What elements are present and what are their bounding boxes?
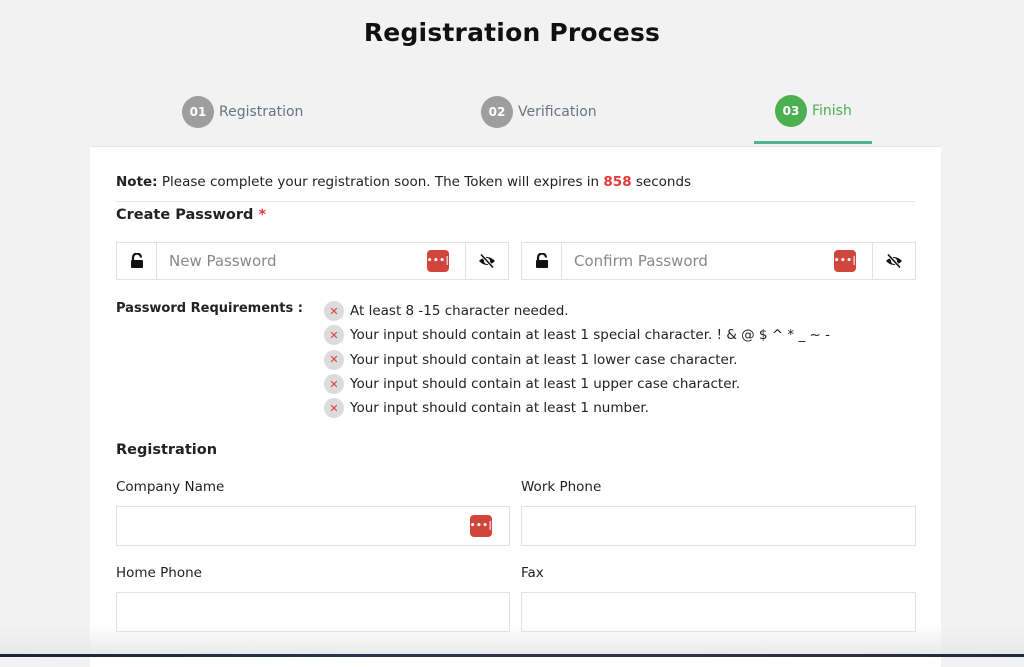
fax-field <box>521 592 916 632</box>
note-text-before: Please complete your registration soon. … <box>157 174 604 190</box>
home-phone-label: Home Phone <box>116 565 202 581</box>
password-manager-icon[interactable]: •••| <box>834 250 856 272</box>
work-phone-input[interactable] <box>522 507 915 545</box>
fax-input[interactable] <box>522 593 915 631</box>
requirement-text: Your input should contain at least 1 spe… <box>350 327 830 344</box>
home-phone-input[interactable] <box>117 593 509 631</box>
password-requirements-title: Password Requirements : <box>116 301 303 316</box>
step-label: Finish <box>812 103 852 119</box>
requirement-item: ✕ Your input should contain at least 1 s… <box>324 323 830 347</box>
company-name-input[interactable] <box>117 507 470 545</box>
note-text-after: seconds <box>631 174 692 190</box>
password-manager-icon[interactable]: •••| <box>470 515 492 537</box>
unlock-icon <box>522 243 562 279</box>
countdown-seconds: 858 <box>603 174 632 190</box>
requirement-text: Your input should contain at least 1 upp… <box>350 376 741 393</box>
page-title: Registration Process <box>363 18 661 47</box>
step-number-badge: 01 <box>182 96 214 128</box>
step-finish[interactable]: 03 Finish <box>775 93 852 129</box>
password-manager-icon[interactable]: •••| <box>427 250 449 272</box>
divider <box>116 201 915 202</box>
requirement-text: Your input should contain at least 1 num… <box>350 400 649 417</box>
password-requirements-list: ✕ At least 8 -15 character needed. ✕ You… <box>324 299 830 420</box>
eye-slash-icon <box>886 253 902 269</box>
step-number-badge: 03 <box>775 95 807 127</box>
requirement-text: Your input should contain at least 1 low… <box>350 351 738 368</box>
create-password-label: Create Password * <box>116 207 266 223</box>
home-phone-field <box>116 592 510 632</box>
confirm-password-group: •••| <box>521 242 916 280</box>
active-step-indicator <box>754 141 872 144</box>
new-password-input[interactable] <box>157 243 427 279</box>
requirement-item: ✕ Your input should contain at least 1 l… <box>324 348 830 372</box>
work-phone-label: Work Phone <box>521 479 602 495</box>
create-password-text: Create Password <box>116 207 254 223</box>
new-password-group: •••| <box>116 242 509 280</box>
step-verification[interactable]: 02 Verification <box>481 94 597 130</box>
x-mark-icon: ✕ <box>324 301 344 322</box>
work-phone-field <box>521 506 916 546</box>
step-navigation: 01 Registration 02 Verification 03 Finis… <box>0 92 1024 146</box>
requirement-item: ✕ Your input should contain at least 1 n… <box>324 396 830 420</box>
x-mark-icon: ✕ <box>324 398 344 419</box>
toggle-visibility-button[interactable] <box>872 243 915 279</box>
x-mark-icon: ✕ <box>324 349 344 370</box>
confirm-password-input[interactable] <box>562 243 834 279</box>
step-registration[interactable]: 01 Registration <box>182 94 303 130</box>
eye-slash-icon <box>479 253 495 269</box>
required-marker: * <box>258 207 267 223</box>
step-label: Registration <box>219 104 304 120</box>
requirement-text: At least 8 -15 character needed. <box>350 303 569 320</box>
note-prefix: Note: <box>116 174 158 190</box>
registration-form-card: Note: Please complete your registration … <box>90 146 941 667</box>
company-name-field: •••| <box>116 506 510 546</box>
toggle-visibility-button[interactable] <box>465 243 508 279</box>
unlock-icon <box>117 243 157 279</box>
x-mark-icon: ✕ <box>324 374 344 395</box>
requirement-item: ✕ At least 8 -15 character needed. <box>324 299 830 323</box>
company-name-label: Company Name <box>116 479 225 495</box>
token-expiry-note: Note: Please complete your registration … <box>116 174 691 190</box>
registration-heading: Registration <box>116 442 218 458</box>
requirement-item: ✕ Your input should contain at least 1 u… <box>324 372 830 396</box>
fax-label: Fax <box>521 565 544 581</box>
x-mark-icon: ✕ <box>324 325 344 346</box>
step-number-badge: 02 <box>481 96 513 128</box>
step-label: Verification <box>518 104 597 120</box>
